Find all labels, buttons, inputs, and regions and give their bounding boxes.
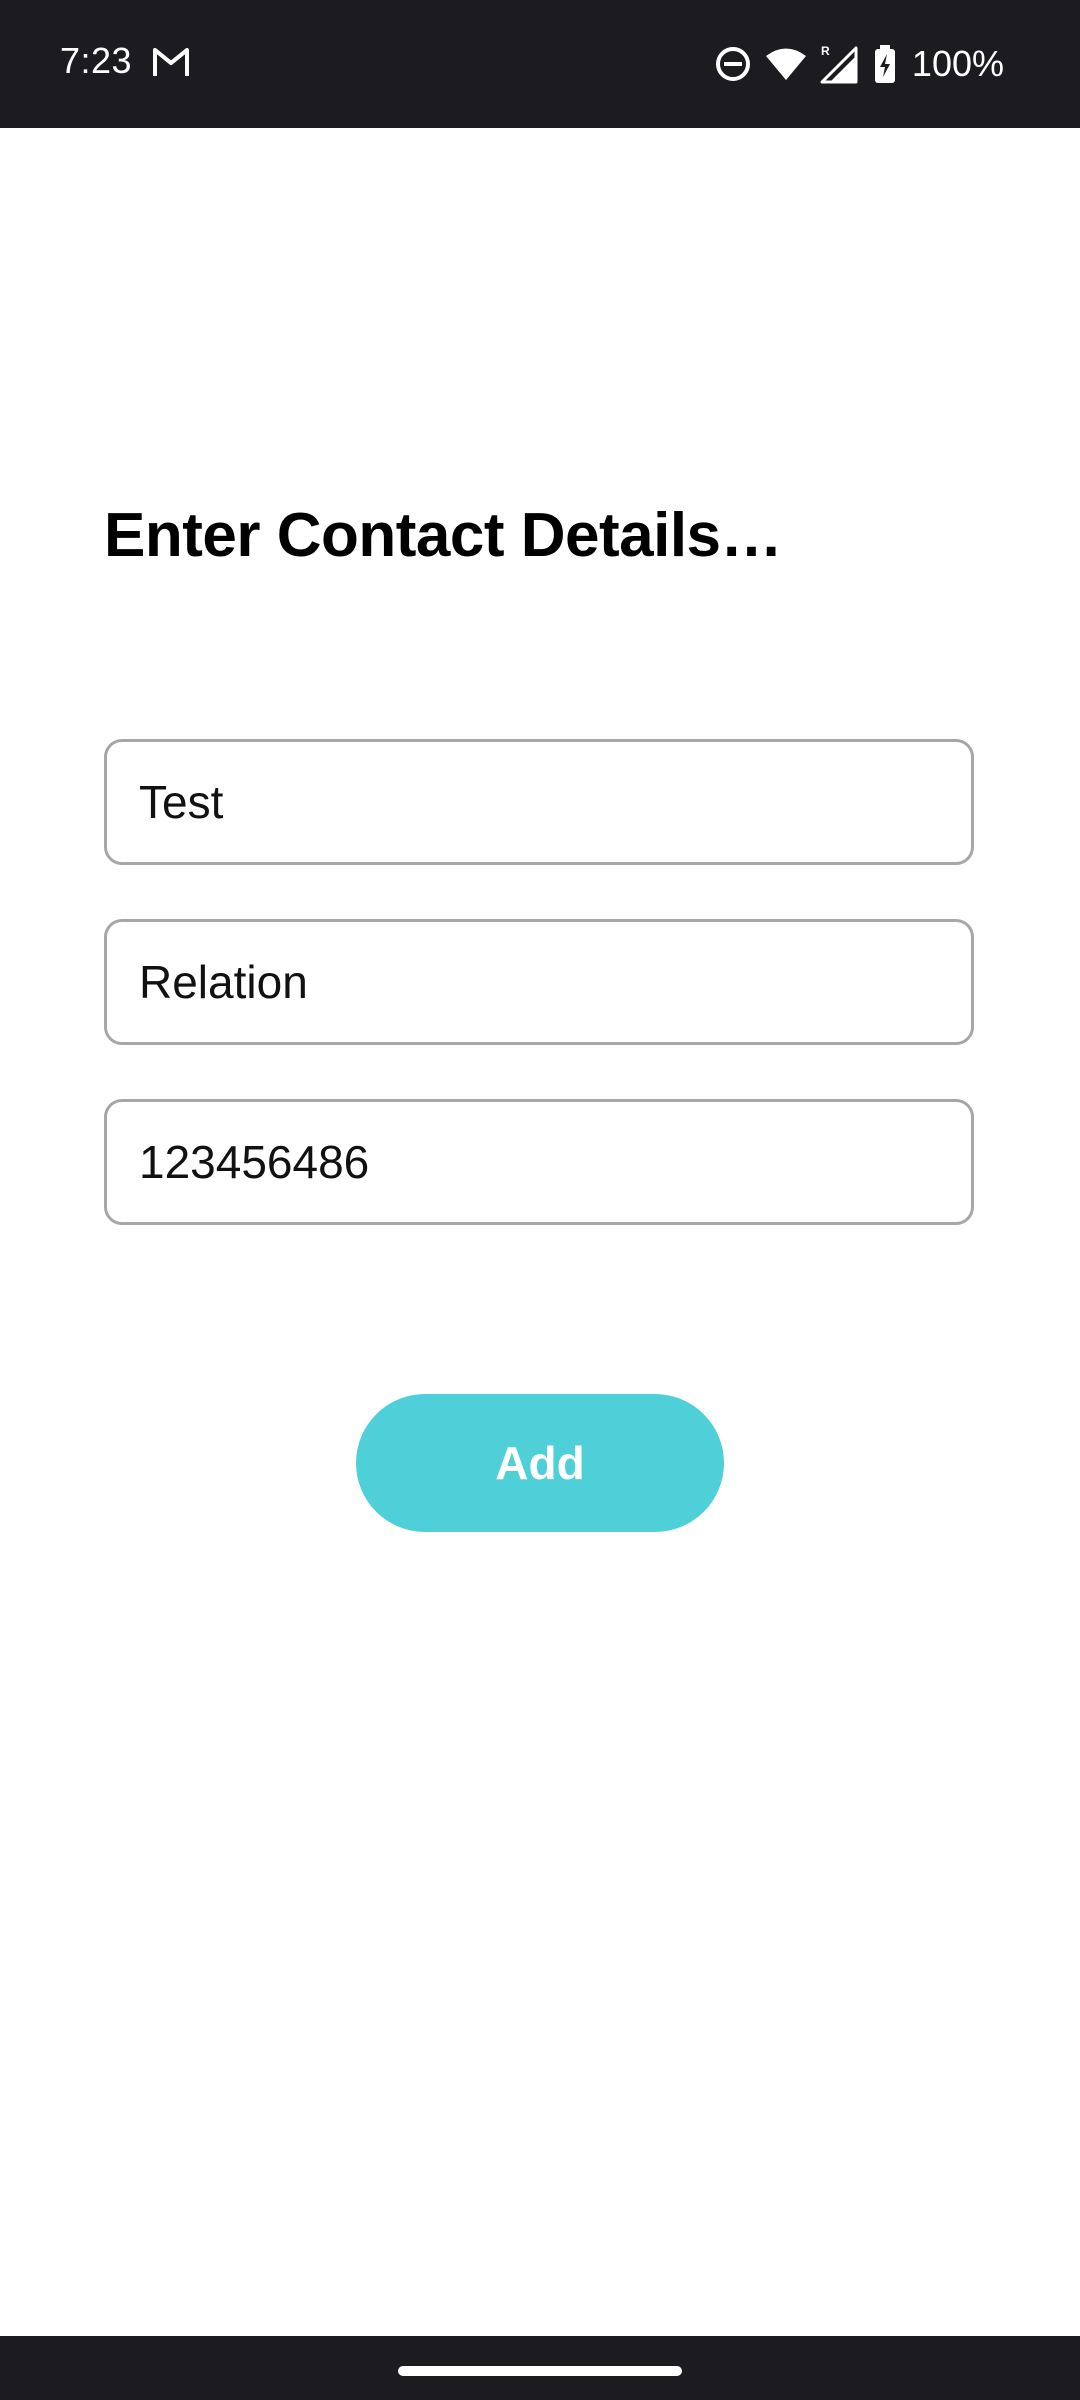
battery-charging-icon [874,45,896,83]
gmail-icon [152,46,190,78]
roaming-indicator: R [821,44,830,58]
home-gesture-handle[interactable] [398,2366,682,2376]
do-not-disturb-icon [714,45,752,83]
wifi-icon [765,47,806,81]
page-title: Enter Contact Details… [104,501,783,570]
navigation-bar [0,2336,1080,2400]
cell-signal-roaming-icon: R [820,44,860,84]
battery-percent: 100% [911,43,1004,84]
name-input[interactable] [104,739,974,865]
status-icons: R 100% [714,40,1004,88]
phone-input[interactable] [104,1099,974,1225]
status-time: 7:23 [60,40,133,81]
relation-input[interactable] [104,919,974,1045]
status-bar: 7:23 R 100% [0,0,1080,128]
add-button[interactable]: Add [356,1394,724,1532]
